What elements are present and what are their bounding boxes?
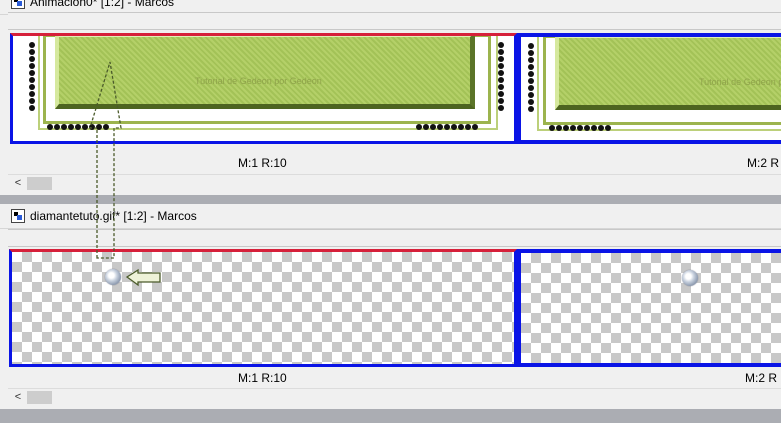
frame-1-label: M:1 R:10: [238, 371, 287, 385]
document-icon: [11, 0, 25, 9]
scroll-thumb[interactable]: [27, 391, 52, 404]
green-picture-frame: Tutorial de Gedeon por Gedeon: [55, 36, 475, 109]
bottom-right-ornament: [416, 124, 478, 130]
diamond-frame-2[interactable]: [517, 249, 781, 367]
frame-watermark: Tutorial de Gedeon por Gedeon: [699, 77, 781, 87]
horizontal-scrollbar[interactable]: <: [8, 174, 781, 192]
diamond-window-titlebar[interactable]: diamantetuto.gif* [1:2] - Marcos: [0, 204, 781, 229]
document-icon: [11, 209, 25, 223]
scroll-left-arrow-icon[interactable]: <: [12, 390, 24, 405]
green-picture-frame: Tutorial de Gedeon por Gedeon: [555, 37, 781, 110]
right-ornament: [496, 42, 506, 111]
frame-2-label: M:2 R: [747, 156, 780, 170]
frame-2-label: M:2 R: [745, 371, 778, 385]
left-ornament: [27, 42, 37, 111]
scroll-thumb[interactable]: [27, 177, 52, 190]
horizontal-scrollbar[interactable]: <: [8, 388, 781, 406]
diamond-frame-1[interactable]: [9, 249, 517, 367]
animation-frame-1[interactable]: Tutorial de Gedeon por Gedeon: [10, 33, 517, 144]
frame-1-label: M:1 R:10: [238, 156, 287, 170]
scroll-left-arrow-icon[interactable]: <: [12, 176, 24, 191]
animation-window: Animacion0* [1:2] - Marcos Tutorial de G…: [0, 0, 781, 195]
animation-frame-2[interactable]: Tutorial de Gedeon por Gedeon: [517, 33, 781, 144]
diamond-icon: [105, 269, 121, 285]
frame-toolbar-strip: [8, 229, 781, 247]
bottom-left-ornament: [549, 125, 611, 131]
diamond-window: diamantetuto.gif* [1:2] - Marcos M:1 R:1…: [0, 204, 781, 409]
diamond-window-title: diamantetuto.gif* [1:2] - Marcos: [30, 209, 197, 223]
animation-window-title: Animacion0* [1:2] - Marcos: [30, 0, 175, 9]
bottom-left-ornament: [47, 124, 109, 130]
diamond-icon: [682, 270, 698, 286]
workspace-background: [0, 409, 781, 423]
left-ornament: [526, 43, 536, 112]
frame-watermark: Tutorial de Gedeon por Gedeon: [195, 76, 322, 86]
frame-toolbar-strip: [8, 12, 781, 30]
